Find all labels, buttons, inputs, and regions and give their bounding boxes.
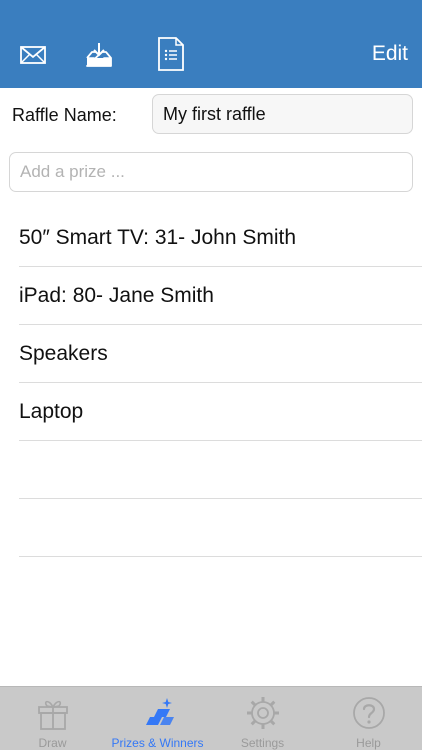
gift-icon (35, 695, 71, 731)
document-list-icon[interactable] (156, 36, 186, 72)
mail-icon[interactable] (18, 40, 48, 70)
tab-prizes-winners[interactable]: Prizes & Winners (105, 687, 210, 751)
raffle-name-label: Raffle Name: (12, 105, 117, 125)
tab-label: Help (356, 736, 381, 750)
tab-settings[interactable]: Settings (210, 687, 315, 751)
prize-label: iPad: 80- Jane Smith (19, 284, 214, 307)
list-item[interactable] (19, 441, 422, 499)
gear-icon (245, 695, 281, 731)
tab-help[interactable]: Help (315, 687, 422, 751)
prize-label: Laptop (19, 400, 84, 423)
navigation-bar: Edit (0, 0, 422, 88)
tab-label: Draw (38, 736, 67, 750)
tab-label: Settings (240, 736, 285, 750)
list-item[interactable]: Speakers (19, 325, 422, 383)
help-icon (351, 695, 387, 731)
raffle-name-input[interactable] (152, 94, 413, 134)
list-item[interactable]: iPad: 80- Jane Smith (19, 267, 422, 325)
prize-label: Speakers (19, 342, 108, 365)
download-tray-icon[interactable] (84, 40, 114, 70)
list-item[interactable] (19, 499, 422, 557)
prize-list: 50″ Smart TV: 31- John Smith iPad: 80- J… (0, 209, 422, 557)
tab-label: Prizes & Winners (111, 736, 204, 750)
edit-button[interactable]: Edit (372, 42, 408, 66)
list-item[interactable]: Laptop (19, 383, 422, 441)
prizes-icon (140, 695, 176, 731)
raffle-name-row: Raffle Name: (0, 88, 422, 142)
prize-label: 50″ Smart TV: 31- John Smith (19, 226, 297, 249)
add-prize-input[interactable] (9, 152, 413, 192)
tab-bar: Draw Prizes & Winners Settings Help (0, 686, 422, 750)
tab-draw[interactable]: Draw (0, 687, 105, 751)
list-item[interactable]: 50″ Smart TV: 31- John Smith (19, 209, 422, 267)
